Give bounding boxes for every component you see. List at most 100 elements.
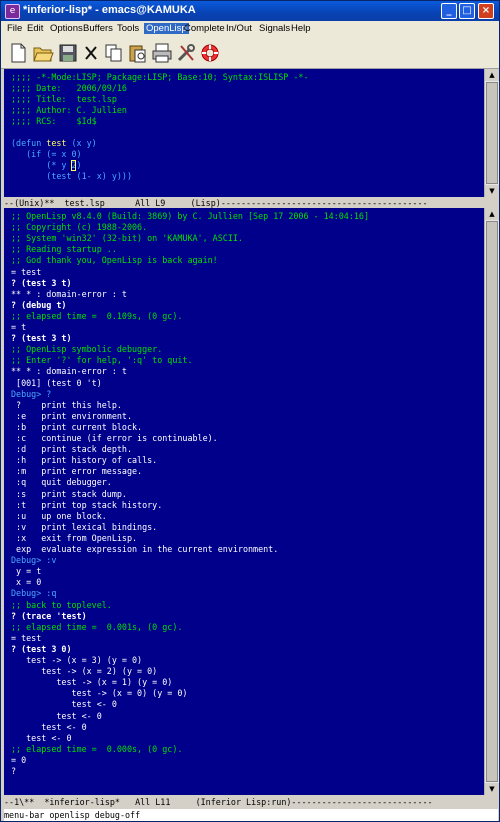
repl-line: :m print error message. <box>11 466 143 477</box>
repl-scrollbar[interactable]: ▲ ▼ <box>484 208 499 795</box>
repl-line: x = 0 <box>11 577 42 588</box>
toolbar <box>1 38 499 69</box>
text-cursor <box>71 160 76 171</box>
scroll-thumb[interactable] <box>486 221 498 782</box>
debug-prompt-line: Debug> :v <box>11 555 57 566</box>
window-title: *inferior-lisp* - emacs@KAMUKA <box>23 4 196 16</box>
repl-line: ? (trace 'test) <box>11 610 87 621</box>
title-bar[interactable]: e *inferior-lisp* - emacs@KAMUKA _ □ × <box>1 1 499 21</box>
tools-icon[interactable] <box>175 42 197 64</box>
debug-prompt-line: Debug> ? <box>11 388 52 399</box>
repl-line: ;; back to toplevel. <box>11 599 112 610</box>
new-file-icon[interactable] <box>7 42 29 64</box>
repl-line: test -> (x = 2) (y = 0) <box>11 666 158 677</box>
paste-icon[interactable] <box>126 42 148 64</box>
repl-line: ;; Copyright (c) 1988-2006. <box>11 222 148 233</box>
save-icon[interactable] <box>57 42 79 64</box>
repl-line: = 0 <box>11 754 27 765</box>
emacs-icon: e <box>5 4 20 19</box>
editor-scrollbar[interactable]: ▲ ▼ <box>484 69 499 197</box>
repl-line: [001] (test 0 't) <box>11 377 102 388</box>
repl-line: ** * : domain-error : t <box>11 366 127 377</box>
editor-line: ;;;; Title: test.lsp <box>11 94 117 104</box>
repl-line: :v print lexical bindings. <box>11 521 158 532</box>
repl-line: ;; elapsed time = 0.000s, (0 gc). <box>11 743 183 754</box>
help-lifebuoy-icon[interactable] <box>199 42 221 64</box>
open-folder-icon[interactable] <box>32 42 54 64</box>
editor-line: ;;;; Author: C. Jullien <box>11 105 127 115</box>
repl-line: ;; Enter '?' for help, ':q' to quit. <box>11 355 193 366</box>
editor-line: ;;;; -*-Mode:LISP; Package:LISP; Base:10… <box>11 72 309 82</box>
repl-line: ;; elapsed time = 0.001s, (0 gc). <box>11 621 183 632</box>
menu-file[interactable]: File <box>7 23 22 34</box>
minibuffer[interactable]: menu-bar openlisp debug-off <box>4 809 498 821</box>
repl-line: ? (debug t) <box>11 299 67 310</box>
repl-line: ? (test 3 0) <box>11 643 72 654</box>
repl-line: = test <box>11 266 42 277</box>
repl-line: test <- 0 <box>11 710 102 721</box>
menu-edit[interactable]: Edit <box>27 23 43 34</box>
editor-line: (if (= x 0) <box>11 149 82 159</box>
repl-modeline: --1\** *inferior-lisp* All L11 (Inferior… <box>4 797 498 807</box>
repl-line: ;; System 'win32' (32-bit) on 'KAMUKA', … <box>11 233 243 244</box>
scroll-up-arrow-icon[interactable]: ▲ <box>485 208 499 220</box>
maximize-button[interactable]: □ <box>459 3 475 19</box>
source-buffer[interactable]: ;;;; -*-Mode:LISP; Package:LISP; Base:10… <box>4 69 484 197</box>
menu-in-out[interactable]: In/Out <box>226 23 252 34</box>
repl-line: = test <box>11 632 42 643</box>
scroll-thumb[interactable] <box>486 82 498 184</box>
repl-line: test <- 0 <box>11 721 87 732</box>
repl-line: ;; God thank you, OpenLisp is back again… <box>11 255 218 266</box>
close-button[interactable]: × <box>478 3 494 19</box>
repl-line: ;; Reading startup .. <box>11 244 117 255</box>
menu-signals[interactable]: Signals <box>259 23 290 34</box>
debug-prompt-line: Debug> :q <box>11 588 57 599</box>
repl-line: ;; OpenLisp symbolic debugger. <box>11 344 163 355</box>
repl-line: test <- 0 <box>11 732 72 743</box>
repl-line: :x exit from OpenLisp. <box>11 532 138 543</box>
menu-openlisp[interactable]: OpenLisp <box>144 23 189 34</box>
repl-line: test -> (x = 3) (y = 0) <box>11 655 143 665</box>
repl-line: ;; OpenLisp v8.4.0 (Build: 3869) by C. J… <box>11 211 369 221</box>
function-name: test <box>46 138 67 148</box>
repl-line: ? (test 3 t) <box>11 277 72 288</box>
repl-line: test -> (x = 0) (y = 0) <box>11 688 188 699</box>
repl-line: :d print stack depth. <box>11 444 133 455</box>
repl-line: y = t <box>11 566 42 577</box>
repl-line: ? print this help. <box>11 399 122 410</box>
repl-line: :q quit debugger. <box>11 477 112 488</box>
menu-tools[interactable]: Tools <box>117 23 139 34</box>
repl-line: ? (test 3 t) <box>11 333 72 344</box>
repl-line: = t <box>11 322 27 332</box>
cut-icon[interactable] <box>80 42 102 64</box>
repl-line: :u up one block. <box>11 510 107 521</box>
menu-help[interactable]: Help <box>291 23 311 34</box>
minimize-button[interactable]: _ <box>441 3 457 19</box>
repl-line: exp evaluate expression in the current e… <box>11 544 279 554</box>
menu-complete[interactable]: Complete <box>184 23 225 34</box>
repl-line: ** * : domain-error : t <box>11 288 127 299</box>
repl-line: ;; elapsed time = 0.109s, (0 gc). <box>11 310 183 321</box>
editor-line: ;;;; RCS: $Id$ <box>11 116 97 126</box>
repl-line: :h print history of calls. <box>11 455 158 466</box>
emacs-window: e *inferior-lisp* - emacs@KAMUKA _ □ × F… <box>0 0 500 822</box>
editor-line: ;;;; Date: 2006/09/16 <box>11 83 127 93</box>
editor-line-defun: (defun test (x y) <box>11 138 97 148</box>
scroll-down-arrow-icon[interactable]: ▼ <box>485 185 499 197</box>
menu-options[interactable]: Options <box>50 23 83 34</box>
repl-line: :c continue (if error is continuable). <box>11 433 218 443</box>
scroll-down-arrow-icon[interactable]: ▼ <box>485 783 499 795</box>
repl-line: :b print current block. <box>11 421 143 432</box>
copy-icon[interactable] <box>103 42 125 64</box>
repl-line: test <- 0 <box>11 699 117 710</box>
menu-buffers[interactable]: Buffers <box>83 23 113 34</box>
scroll-up-arrow-icon[interactable]: ▲ <box>485 69 499 81</box>
print-icon[interactable] <box>151 42 173 64</box>
repl-line: :s print stack dump. <box>11 488 127 499</box>
inferior-lisp-buffer[interactable]: ;; OpenLisp v8.4.0 (Build: 3869) by C. J… <box>4 208 484 795</box>
repl-line: :t print top stack history. <box>11 499 163 510</box>
repl-line: :e print environment. <box>11 410 133 421</box>
repl-line: ? <box>11 766 17 776</box>
menu-bar: File Edit Options Buffers Tools OpenLisp… <box>1 21 499 38</box>
editor-modeline: --(Unix)** test.lsp All L9 (Lisp)-------… <box>4 198 498 208</box>
